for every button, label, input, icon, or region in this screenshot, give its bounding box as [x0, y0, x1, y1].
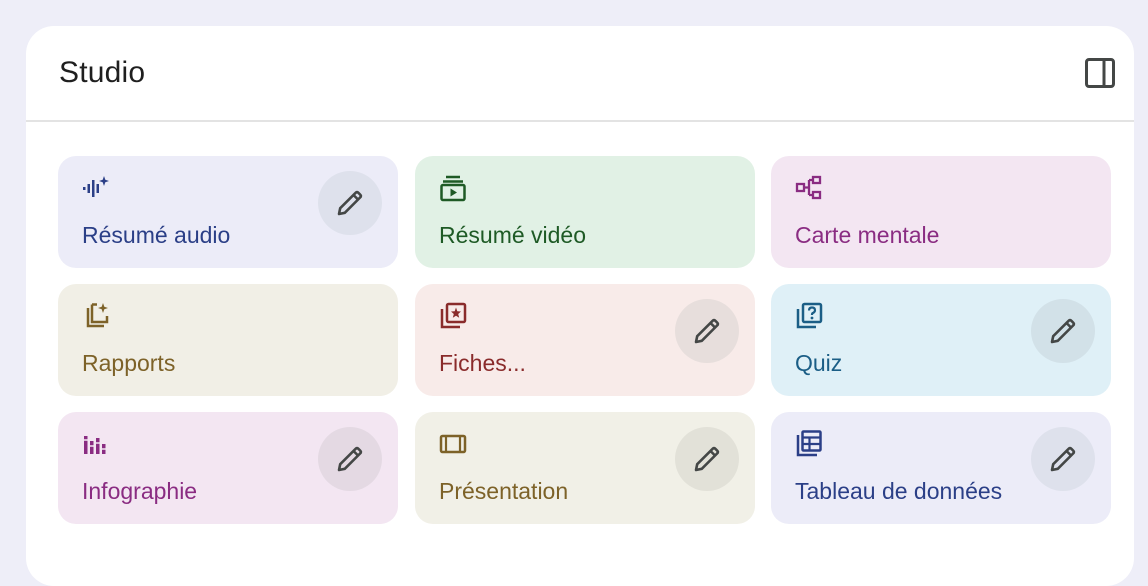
quiz-icon [795, 302, 823, 330]
pencil-icon [1047, 315, 1079, 347]
studio-card-tableau-de-donnees[interactable]: Tableau de données [771, 412, 1111, 524]
pencil-icon [691, 443, 723, 475]
edit-button[interactable] [318, 171, 382, 235]
side-panel-icon[interactable] [1084, 57, 1116, 89]
edit-button[interactable] [675, 427, 739, 491]
reports-spark-icon [82, 302, 110, 330]
studio-card-fiches[interactable]: Fiches... [415, 284, 755, 396]
card-label: Résumé vidéo [439, 222, 587, 248]
presentation-icon [439, 430, 467, 458]
pencil-icon [334, 187, 366, 219]
panel-header: Studio [26, 26, 1134, 122]
card-label: Quiz [795, 350, 843, 376]
card-label: Tableau de données [795, 478, 1003, 504]
edit-button[interactable] [318, 427, 382, 491]
edit-button[interactable] [1031, 427, 1095, 491]
mind-map-icon [795, 174, 823, 202]
studio-card-quiz[interactable]: Quiz [771, 284, 1111, 396]
infographic-icon [82, 430, 110, 458]
flashcards-icon [439, 302, 467, 330]
card-label: Résumé audio [82, 222, 231, 248]
card-label: Fiches... [439, 350, 526, 376]
studio-card-infographie[interactable]: Infographie [58, 412, 398, 524]
panel-title: Studio [59, 56, 146, 89]
video-summary-icon [439, 174, 467, 202]
studio-card-carte-mentale[interactable]: Carte mentale [771, 156, 1111, 268]
data-table-icon [795, 430, 823, 458]
audio-spark-icon [82, 174, 110, 202]
pencil-icon [1047, 443, 1079, 475]
card-label: Rapports [82, 350, 176, 376]
studio-card-resume-video[interactable]: Résumé vidéo [415, 156, 755, 268]
studio-card-presentation[interactable]: Présentation [415, 412, 755, 524]
studio-card-rapports[interactable]: Rapports [58, 284, 398, 396]
card-label: Carte mentale [795, 222, 940, 248]
card-label: Présentation [439, 478, 569, 504]
pencil-icon [691, 315, 723, 347]
studio-panel: Studio Résumé audio Résumé vidéo Carte m… [26, 26, 1134, 586]
card-label: Infographie [82, 478, 198, 504]
edit-button[interactable] [1031, 299, 1095, 363]
pencil-icon [334, 443, 366, 475]
edit-button[interactable] [675, 299, 739, 363]
studio-card-resume-audio[interactable]: Résumé audio [58, 156, 398, 268]
